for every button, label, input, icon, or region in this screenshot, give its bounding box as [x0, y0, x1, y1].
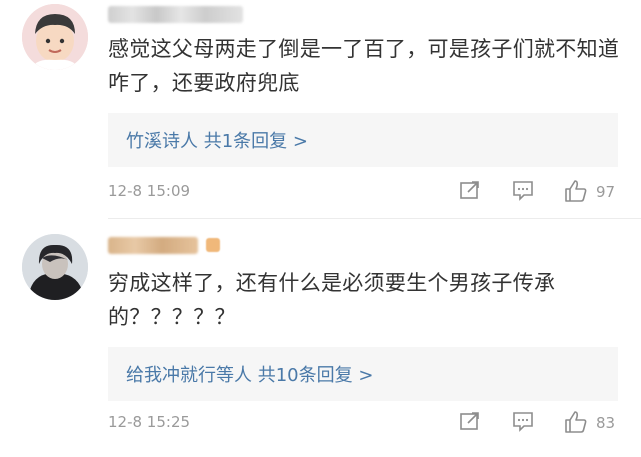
comment-item: 穷成这样了，还有什么是必须要生个男孩子传承的？？？？？ 给我冲就行等人 共10条… [0, 220, 641, 457]
replies-link[interactable]: 竹溪诗人 共1条回复 > [126, 127, 308, 153]
comment-icon[interactable] [511, 409, 535, 437]
replies-link[interactable]: 给我冲就行等人 共10条回复 > [126, 361, 373, 387]
thumbs-up-icon[interactable] [563, 409, 589, 439]
comment-meta: 12-8 15:25 83 [108, 409, 641, 439]
divider [108, 218, 641, 219]
avatar[interactable] [22, 4, 88, 70]
username-blurred[interactable] [108, 6, 243, 23]
timestamp: 12-8 15:25 [108, 413, 191, 431]
replies-box[interactable]: 给我冲就行等人 共10条回复 > [108, 347, 618, 401]
avatar[interactable] [22, 234, 88, 300]
like-count: 83 [596, 414, 616, 432]
timestamp: 12-8 15:09 [108, 182, 191, 200]
user-badge-icon [206, 238, 220, 252]
thumbs-up-icon[interactable] [563, 178, 589, 208]
share-icon[interactable] [458, 178, 482, 206]
comment-text: 穷成这样了，还有什么是必须要生个男孩子传承的？？？？？ [108, 271, 556, 329]
replies-box[interactable]: 竹溪诗人 共1条回复 > [108, 113, 618, 167]
like-count: 97 [596, 183, 616, 201]
username-blurred[interactable] [108, 237, 198, 254]
cartoon-boy-avatar-icon [22, 4, 88, 70]
comment-item: 感觉这父母两走了倒是一了百了，可是孩子们就不知道咋了，还要政府兜底 竹溪诗人 共… [0, 0, 641, 218]
share-icon[interactable] [458, 409, 482, 437]
dark-portrait-avatar-icon [22, 234, 88, 300]
comment-icon[interactable] [511, 178, 535, 206]
comment-meta: 12-8 15:09 97 [108, 178, 641, 208]
comment-text: 感觉这父母两走了倒是一了百了，可是孩子们就不知道咋了，还要政府兜底 [108, 37, 620, 95]
